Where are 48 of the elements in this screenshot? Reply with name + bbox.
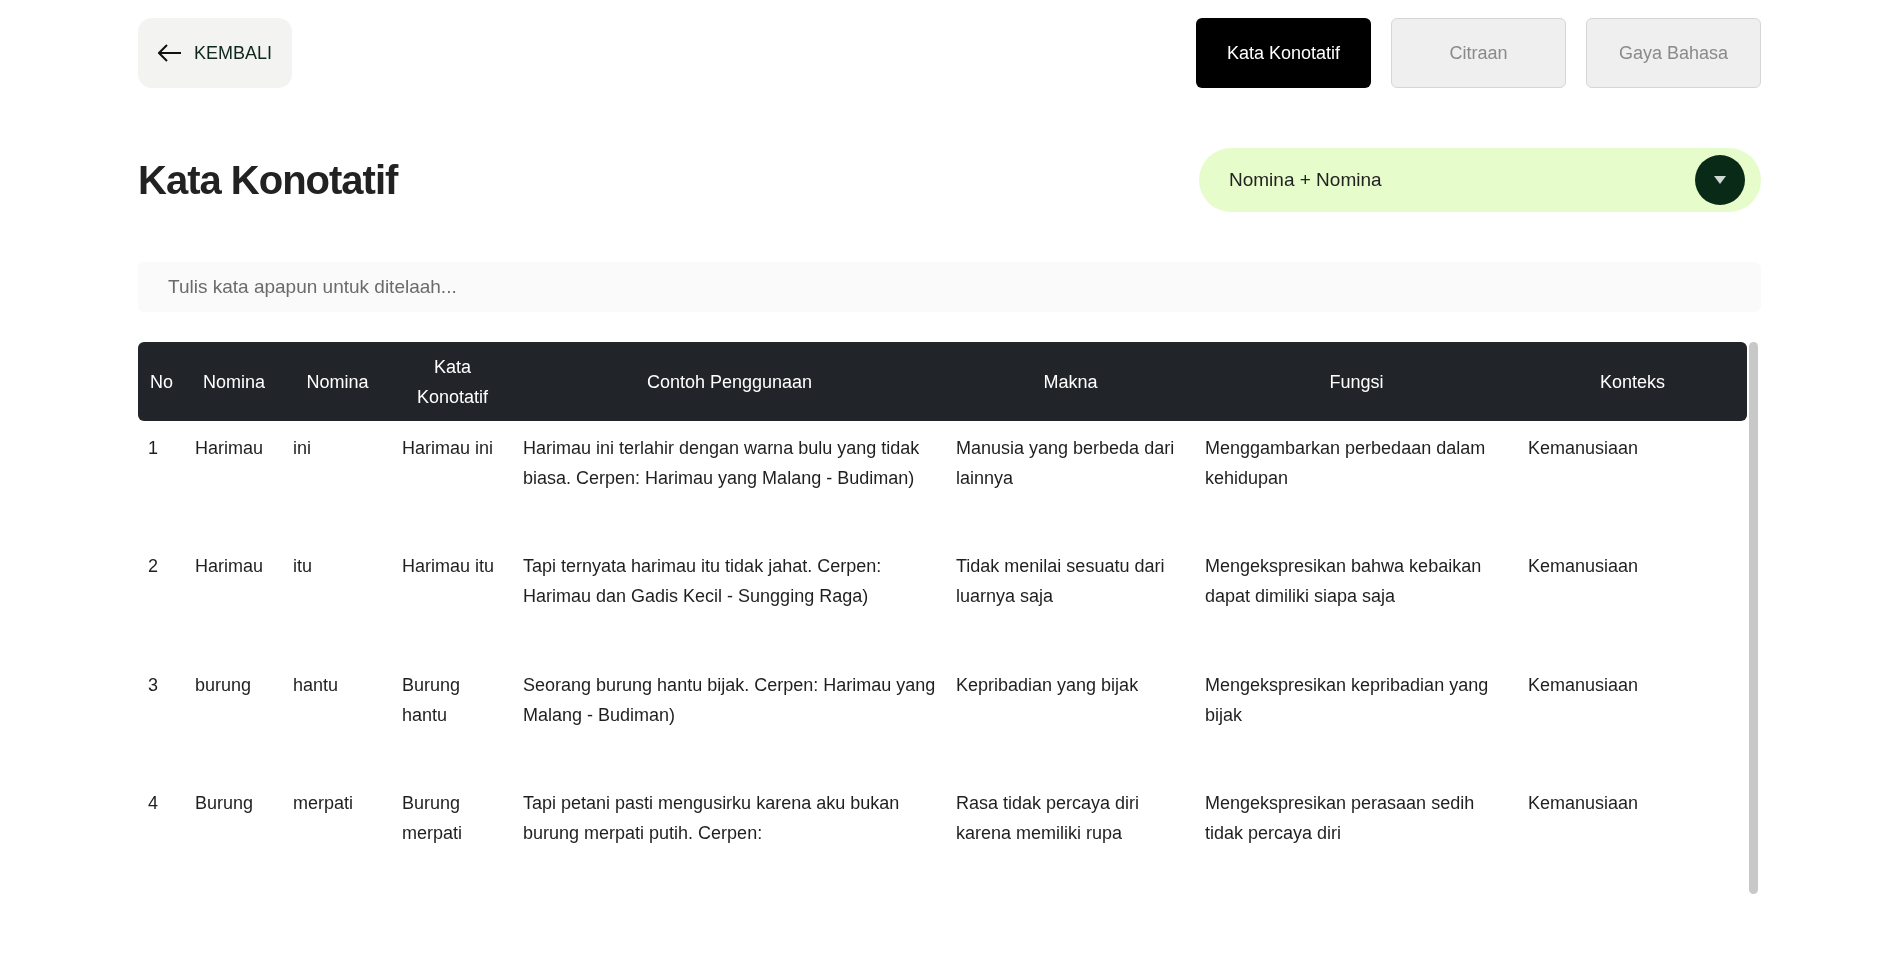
column-header: Makna [946,342,1195,421]
column-header: Nomina [185,342,283,421]
arrow-left-icon [158,44,182,62]
table-cell: Kemanusiaan [1528,438,1639,458]
dropdown-caret-icon [1695,155,1745,205]
table-cell: Kemanusiaan [1528,556,1639,577]
column-header: No [138,342,185,421]
table-cell: Harimau ini [402,438,494,458]
column-header: Fungsi [1195,342,1518,421]
table-cell: merpati [293,792,354,813]
scrollbar[interactable] [1749,342,1758,894]
search-field[interactable]: Tulis kata apapun untuk ditelaah... [138,262,1761,312]
table-cell: ini [293,438,311,458]
column-header: Konteks [1518,342,1747,421]
table-cell: Burung hantu [402,674,461,725]
table-cell: Tidak menilai sesuatu dari luarnya saja [956,556,1165,607]
table-cell: 4 [148,792,158,813]
table-cell: 3 [148,674,158,695]
table-cell: itu [293,556,312,577]
table-cell: Harimau ini terlahir dengan warna bulu yang tidak biasa. Cerpen: Harimau yang Malang - Budiman) [523,438,920,488]
back-button[interactable]: KEMBALI [138,18,293,88]
table-cell: Burung merpati [402,792,463,843]
column-header: Contoh Penggunaan [513,342,946,421]
column-header: Kata Konotatif [392,342,513,421]
table-cell: 1 [148,438,158,458]
table-cell: Tapi petani pasti mengusirku karena aku bukan burung merpati putih. Cerpen: [523,792,900,843]
table-cell: Rasa tidak percaya diri karena memiliki rupa [956,792,1140,843]
table-cell: Kepribadian yang bijak [956,674,1139,695]
table-cell: Harimau itu [402,556,495,577]
page-title: Kata Konotatif [138,157,398,204]
table-cell: Manusia yang berbeda dari lainnya [956,438,1175,488]
table-cell: Harimau [195,556,264,577]
table-cell: Kemanusiaan [1528,792,1639,813]
table-cell: 2 [148,556,158,577]
table-cell: Burung [195,792,254,813]
table-cell: Kemanusiaan [1528,674,1639,695]
table-cell: Seorang burung hantu bijak. Cerpen: Harimau yang Malang - Budiman) [523,674,936,725]
category-dropdown[interactable]: Nomina + Nomina [1199,148,1761,212]
table-cell: Menggambarkan perbedaan dalam kehidupan [1205,438,1486,488]
table-cell: Mengekspresikan kepribadian yang bijak [1205,674,1489,725]
table-cell: Mengekspresikan bahwa kebaikan dapat dimiliki siapa saja [1205,556,1482,607]
tab[interactable]: Kata Konotatif [1196,18,1371,88]
table-cell: burung [195,674,252,695]
table-cell: Harimau [195,438,264,458]
table-cell: Mengekspresikan perasaan sedih tidak percaya diri [1205,792,1475,843]
column-header: Nomina [283,342,392,421]
table-cell: Tapi ternyata harimau itu tidak jahat. Cerpen: Harimau dan Gadis Kecil - Sungging Raga) [523,556,882,607]
table-cell: hantu [293,674,339,695]
